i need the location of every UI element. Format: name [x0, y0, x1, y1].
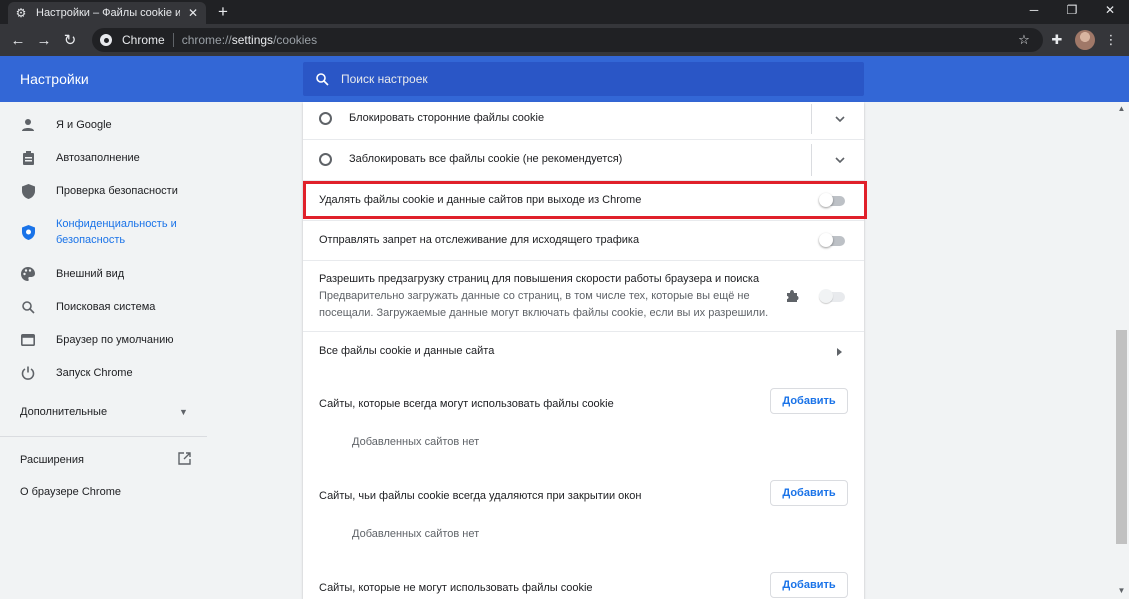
settings-search[interactable]: [303, 62, 864, 96]
toggle-row-clear-on-exit[interactable]: Удалять файлы cookie и данные сайтов при…: [303, 180, 864, 220]
scroll-thumb[interactable]: [1116, 330, 1127, 544]
omnibox-divider: [172, 33, 174, 47]
search-input[interactable]: [341, 72, 821, 86]
radio-row-block-third-party[interactable]: Блокировать сторонние файлы cookie: [303, 102, 864, 139]
person-icon: [20, 117, 36, 133]
forward-icon[interactable]: →: [34, 30, 54, 50]
sidebar-item-autofill[interactable]: Автозаполнение: [0, 149, 207, 167]
tab-title: Настройки – Файлы cookie и др: [36, 7, 180, 19]
sidebar-advanced-toggle[interactable]: Дополнительные ▼: [0, 403, 207, 421]
sidebar-item-search-engine[interactable]: Поисковая система: [0, 298, 207, 316]
sidebar-item-label: Внешний вид: [56, 268, 125, 280]
all-cookies-link[interactable]: Все файлы cookie и данные сайта: [319, 345, 494, 357]
bookmark-star-icon[interactable]: ☆: [1016, 32, 1032, 48]
palette-icon: [20, 266, 36, 282]
clear-on-exit-toggle[interactable]: [819, 193, 845, 207]
minimize-icon[interactable]: ─: [1016, 0, 1052, 20]
page-title: Настройки: [20, 71, 89, 87]
scroll-up-arrow-icon[interactable]: ▲: [1117, 104, 1126, 113]
url-path: /cookies: [273, 33, 318, 47]
sidebar-item-about-chrome[interactable]: О браузере Chrome: [20, 486, 121, 498]
sidebar: Я и Google Автозаполнение Проверка безоп…: [0, 102, 207, 599]
power-icon: [20, 365, 36, 381]
add-allow-site-button[interactable]: Добавить: [770, 388, 848, 414]
profile-avatar[interactable]: [1075, 30, 1095, 50]
caret-down-icon: ▼: [179, 407, 188, 417]
puzzle-piece-icon: [784, 288, 800, 304]
section-title-clear-on-close: Сайты, чьи файлы cookie всегда удаляются…: [319, 490, 642, 502]
sidebar-item-label: Проверка безопасности: [56, 185, 178, 197]
extensions-puzzle-icon[interactable]: ✚: [1049, 32, 1065, 48]
shield-check-icon: [20, 224, 36, 240]
search-icon: [20, 299, 36, 315]
add-clear-on-close-site-button[interactable]: Добавить: [770, 480, 848, 506]
section-title-block: Сайты, которые не могут использовать фай…: [319, 582, 593, 594]
radio-label: Блокировать сторонние файлы cookie: [349, 112, 545, 124]
row-divider: [811, 144, 812, 176]
address-bar[interactable]: Chrome chrome:// settings /cookies: [92, 28, 1043, 52]
section-title-allow: Сайты, которые всегда могут использовать…: [319, 398, 614, 410]
clipboard-icon: [20, 150, 36, 166]
preload-description: Предварительно загружать данные со стран…: [319, 290, 769, 319]
sidebar-item-label: Браузер по умолчанию: [56, 334, 174, 346]
url-scheme: chrome://: [181, 33, 232, 47]
sidebar-item-label: Запуск Chrome: [56, 367, 133, 379]
browser-toolbar: ← → ↻ Chrome chrome:// settings /cookies…: [0, 24, 1129, 56]
empty-list-note: Добавленных сайтов нет: [352, 436, 480, 448]
sidebar-item-safety-check[interactable]: Проверка безопасности: [0, 182, 207, 200]
cookies-settings-card: Блокировать сторонние файлы cookie Забло…: [303, 102, 864, 599]
row-divider: [811, 104, 812, 134]
browser-tab[interactable]: ⚙ Настройки – Файлы cookie и др ✕: [8, 2, 206, 24]
reload-icon[interactable]: ↻: [60, 30, 80, 50]
new-tab-button[interactable]: +: [212, 2, 234, 22]
close-window-icon[interactable]: ✕: [1092, 0, 1128, 20]
url-host: settings: [231, 33, 274, 47]
preload-toggle[interactable]: [819, 289, 845, 303]
sidebar-item-extensions[interactable]: Расширения: [0, 451, 207, 469]
arrow-right-icon: [831, 344, 847, 360]
add-block-site-button[interactable]: Добавить: [770, 572, 848, 598]
sidebar-item-label: Поисковая система: [56, 301, 156, 313]
close-tab-icon[interactable]: ✕: [186, 6, 200, 20]
sidebar-item-label: Конфиденциальность и безопасность: [56, 218, 177, 246]
chevron-down-icon[interactable]: [832, 152, 848, 168]
site-label: Chrome: [122, 33, 165, 47]
title-bar: ⚙ Настройки – Файлы cookie и др ✕ + ─ ❐ …: [0, 0, 1129, 24]
scroll-down-arrow-icon[interactable]: ▼: [1117, 586, 1126, 595]
sidebar-item-label: Я и Google: [56, 119, 112, 131]
do-not-track-toggle[interactable]: [819, 233, 845, 247]
sidebar-advanced-label: Дополнительные: [20, 406, 108, 418]
browser-icon: [20, 332, 36, 348]
sidebar-extensions-label: Расширения: [20, 454, 84, 466]
sidebar-item-you-and-google[interactable]: Я и Google: [0, 116, 207, 134]
settings-header: Настройки: [0, 56, 1129, 102]
sidebar-divider: [0, 436, 207, 437]
page-scrollbar[interactable]: ▲ ▼: [1114, 102, 1129, 599]
sidebar-item-on-startup[interactable]: Запуск Chrome: [0, 364, 207, 382]
empty-list-note: Добавленных сайтов нет: [352, 528, 480, 540]
preload-title: Разрешить предзагрузку страниц для повыш…: [319, 273, 760, 285]
radio-button[interactable]: [319, 112, 332, 125]
sidebar-item-appearance[interactable]: Внешний вид: [0, 265, 207, 283]
toggle-row-do-not-track[interactable]: Отправлять запрет на отслеживание для ис…: [303, 220, 864, 260]
settings-gear-icon: ⚙: [15, 6, 27, 20]
toggle-label: Удалять файлы cookie и данные сайтов при…: [319, 194, 642, 206]
radio-label: Заблокировать все файлы cookie (не реком…: [349, 153, 623, 165]
sidebar-item-default-browser[interactable]: Браузер по умолчанию: [0, 331, 207, 349]
open-in-new-icon: [178, 452, 192, 468]
chrome-site-icon: [100, 34, 112, 46]
toggle-label: Отправлять запрет на отслеживание для ис…: [319, 234, 640, 246]
chevron-down-icon[interactable]: [832, 111, 848, 127]
sidebar-item-privacy[interactable]: Конфиденциальность и безопасность: [0, 215, 207, 249]
shield-icon: [20, 183, 36, 199]
sidebar-item-label: Автозаполнение: [56, 152, 140, 164]
radio-row-block-all[interactable]: Заблокировать все файлы cookie (не реком…: [303, 139, 864, 180]
menu-kebab-icon[interactable]: ⋮: [1103, 32, 1119, 48]
radio-button[interactable]: [319, 153, 332, 166]
search-icon: [315, 72, 329, 86]
all-cookies-link-row[interactable]: Все файлы cookie и данные сайта: [303, 331, 864, 371]
toggle-row-preload[interactable]: Разрешить предзагрузку страниц для повыш…: [303, 260, 864, 331]
back-icon[interactable]: ←: [8, 30, 28, 50]
restore-icon[interactable]: ❐: [1054, 0, 1090, 20]
